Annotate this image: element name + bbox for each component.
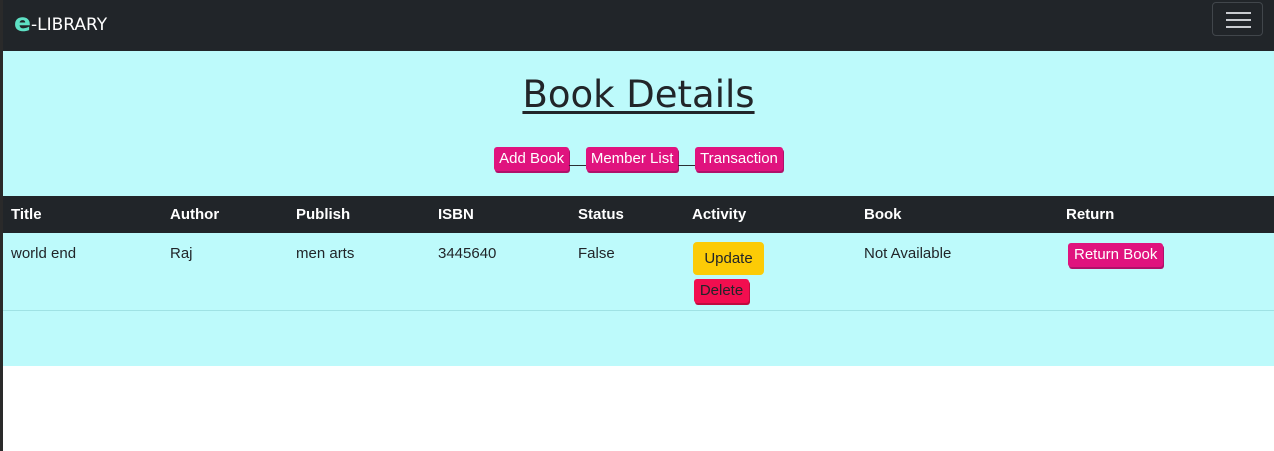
- column-header-book: Book: [864, 206, 902, 223]
- transaction-button[interactable]: Transaction: [695, 147, 783, 171]
- hamburger-menu-button[interactable]: [1212, 2, 1263, 36]
- cell-isbn: 3445640: [438, 245, 497, 262]
- header-section: Book Details Add Book __ Member List __ Tran…: [3, 51, 1274, 196]
- navbar: e-LIBRARY: [3, 0, 1274, 51]
- brand-logo[interactable]: e-LIBRARY: [14, 9, 107, 37]
- column-header-author: Author: [170, 206, 220, 223]
- cell-book-availability: Not Available: [864, 245, 952, 262]
- member-list-button[interactable]: Member List: [585, 147, 679, 171]
- table-header: Title Author Publish ISBN Status Activit…: [3, 196, 1274, 233]
- column-header-status: Status: [578, 206, 624, 223]
- separator: __: [678, 150, 696, 167]
- return-book-button[interactable]: Return Book: [1068, 243, 1164, 267]
- cell-author: Raj: [170, 245, 193, 262]
- table-footer-area: [3, 311, 1274, 366]
- column-header-publish: Publish: [296, 206, 351, 223]
- page-title: Book Details: [522, 73, 755, 116]
- brand-letter: e: [14, 8, 31, 37]
- hamburger-icon: [1226, 26, 1251, 28]
- cell-title: world end: [11, 245, 77, 262]
- separator: __: [569, 150, 586, 167]
- delete-button[interactable]: Delete: [694, 279, 749, 303]
- brand-text: -LIBRARY: [30, 15, 108, 35]
- update-button[interactable]: Update: [693, 242, 764, 275]
- page: e-LIBRARY Book Details Add Book __ Member …: [0, 0, 1274, 451]
- column-header-isbn: ISBN: [438, 206, 474, 223]
- hamburger-icon: [1226, 12, 1251, 14]
- cell-publish: men arts: [296, 245, 355, 262]
- table-row: world end Raj men arts 3445640 False Upd…: [3, 233, 1274, 311]
- add-book-button[interactable]: Add Book: [494, 147, 570, 171]
- column-header-activity: Activity: [692, 206, 747, 223]
- action-buttons: Add Book __ Member List __ Transaction: [3, 147, 1274, 171]
- hamburger-icon: [1226, 19, 1251, 21]
- column-header-return: Return: [1066, 206, 1115, 223]
- cell-status: False: [578, 245, 615, 262]
- column-header-title: Title: [11, 206, 42, 223]
